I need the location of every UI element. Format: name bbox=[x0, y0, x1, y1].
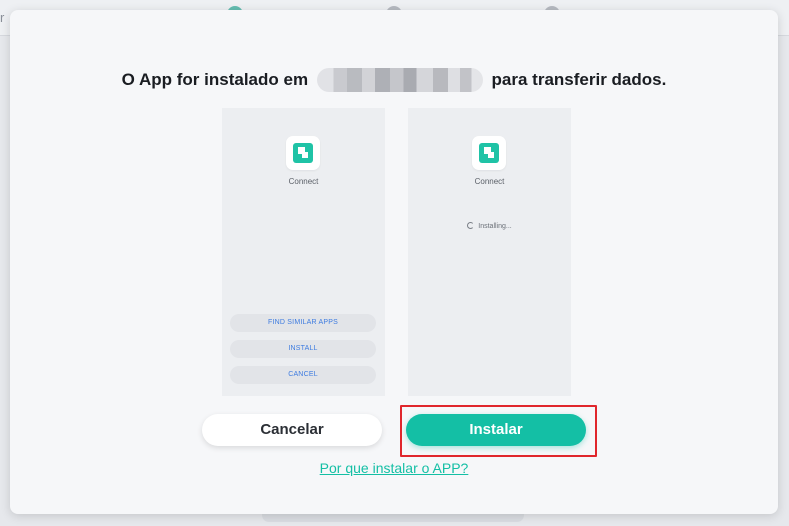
cancel-button[interactable]: Cancelar bbox=[202, 414, 382, 446]
phone-preview-installing: Connect Installing... bbox=[408, 108, 571, 396]
preview-install-button: INSTALL bbox=[230, 340, 376, 358]
why-install-link[interactable]: Por que instalar o APP? bbox=[10, 460, 778, 476]
preview-cancel-button: CANCEL bbox=[230, 366, 376, 384]
blurred-device-name bbox=[316, 68, 483, 92]
app-name-label: Connect bbox=[288, 177, 319, 186]
phone-preview-install-prompt: Connect FIND SIMILAR APPS INSTALL CANCEL bbox=[222, 108, 385, 396]
dialog-title-suffix: para transferir dados. bbox=[491, 70, 667, 89]
installing-status: Installing... bbox=[408, 222, 571, 230]
dialog-title-prefix: O App for instalado em bbox=[121, 70, 309, 89]
dialog-title: O App for instalado em para transferir d… bbox=[10, 68, 778, 92]
installing-text: Installing... bbox=[478, 223, 512, 230]
preview-find-similar-apps-button: FIND SIMILAR APPS bbox=[230, 314, 376, 332]
install-app-dialog: O App for instalado em para transferir d… bbox=[10, 10, 778, 514]
connect-app-icon bbox=[286, 136, 320, 170]
background-text-fragment: r bbox=[0, 10, 5, 25]
app-name-label: Connect bbox=[474, 177, 505, 186]
spinner-icon bbox=[467, 222, 475, 229]
install-button[interactable]: Instalar bbox=[406, 414, 586, 446]
connect-app-icon bbox=[472, 136, 506, 170]
